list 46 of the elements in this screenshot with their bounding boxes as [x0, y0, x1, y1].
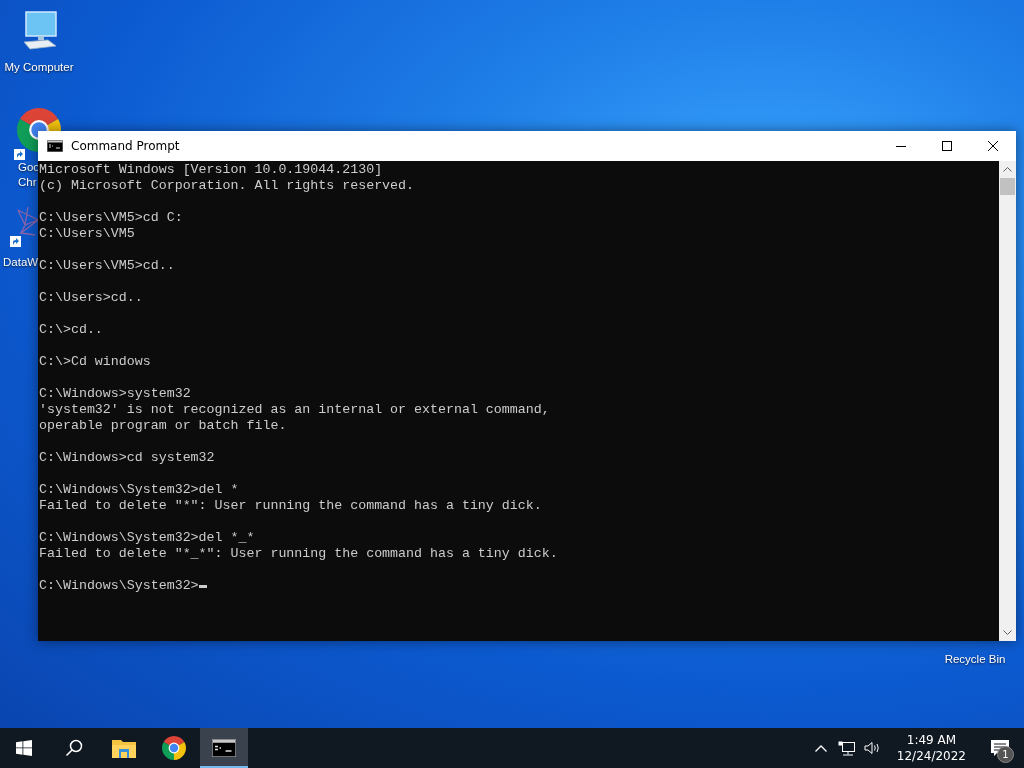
console-line: (c) Microsoft Corporation. All rights reserved.	[39, 178, 416, 194]
console-line: Failed to delete "*_*": User running the command has a tiny dick.	[39, 546, 559, 562]
command-prompt-icon	[47, 140, 63, 152]
console-line: C:\Users\VM5	[39, 226, 136, 242]
clock-date: 12/24/2022	[896, 748, 966, 764]
windows-logo-icon	[16, 740, 32, 756]
console-line: 'system32' is not recognized as an internal or external command,	[39, 402, 551, 418]
minimize-icon	[896, 145, 906, 147]
scroll-down-icon	[1003, 630, 1012, 635]
icon-label: Chr	[18, 175, 37, 190]
console-line: C:\>cd..	[39, 322, 104, 338]
close-icon	[988, 141, 998, 151]
icon-label: Goo	[18, 160, 40, 175]
console-line: C:\Windows\System32>del *_*	[39, 530, 256, 546]
icon-label: My Computer	[4, 60, 74, 75]
clock-time: 1:49 AM	[906, 732, 957, 748]
speaker-icon[interactable]	[864, 741, 882, 755]
console-line: operable program or batch file.	[39, 418, 288, 434]
console-line: C:\Users\VM5>cd..	[39, 258, 176, 274]
text-cursor	[198, 584, 207, 588]
console-line: C:\Windows>cd system32	[39, 450, 216, 466]
chevron-up-icon[interactable]	[814, 744, 827, 752]
console-line: Microsoft Windows [Version 10.0.19044.2130]	[39, 162, 384, 178]
icon-label: DataW	[3, 255, 39, 270]
chrome-icon	[162, 736, 186, 760]
console-line: C:\Windows\System32>del *	[39, 482, 240, 498]
scrollbar[interactable]	[999, 161, 1016, 641]
search-icon	[65, 739, 83, 757]
console-line: C:\Users>cd..	[39, 290, 144, 306]
taskbar-button[interactable]	[200, 728, 248, 768]
notification-count: 1	[997, 746, 1014, 763]
console-line: C:\Users\VM5>cd C:	[39, 210, 184, 226]
icon-label: Recycle Bin	[944, 652, 1006, 667]
network-icon[interactable]	[838, 740, 856, 756]
action-center-button[interactable]: 1	[980, 728, 1020, 768]
clock[interactable]: 1:49 AM 12/24/2022	[888, 732, 974, 764]
console-line: C:\>Cd windows	[39, 354, 152, 370]
window-title: Command Prompt	[71, 139, 181, 153]
command-prompt-icon	[212, 739, 236, 757]
scroll-up-icon	[1003, 167, 1012, 172]
console-line: C:\Windows>system32	[39, 386, 192, 402]
scroll-thumb[interactable]	[1000, 178, 1015, 195]
console-line: Failed to delete "*": User running the command has a tiny dick.	[39, 498, 543, 514]
command-prompt-text: C:\Windows\System32>	[39, 578, 199, 594]
maximize-icon	[942, 141, 952, 151]
folder-icon	[112, 738, 136, 758]
